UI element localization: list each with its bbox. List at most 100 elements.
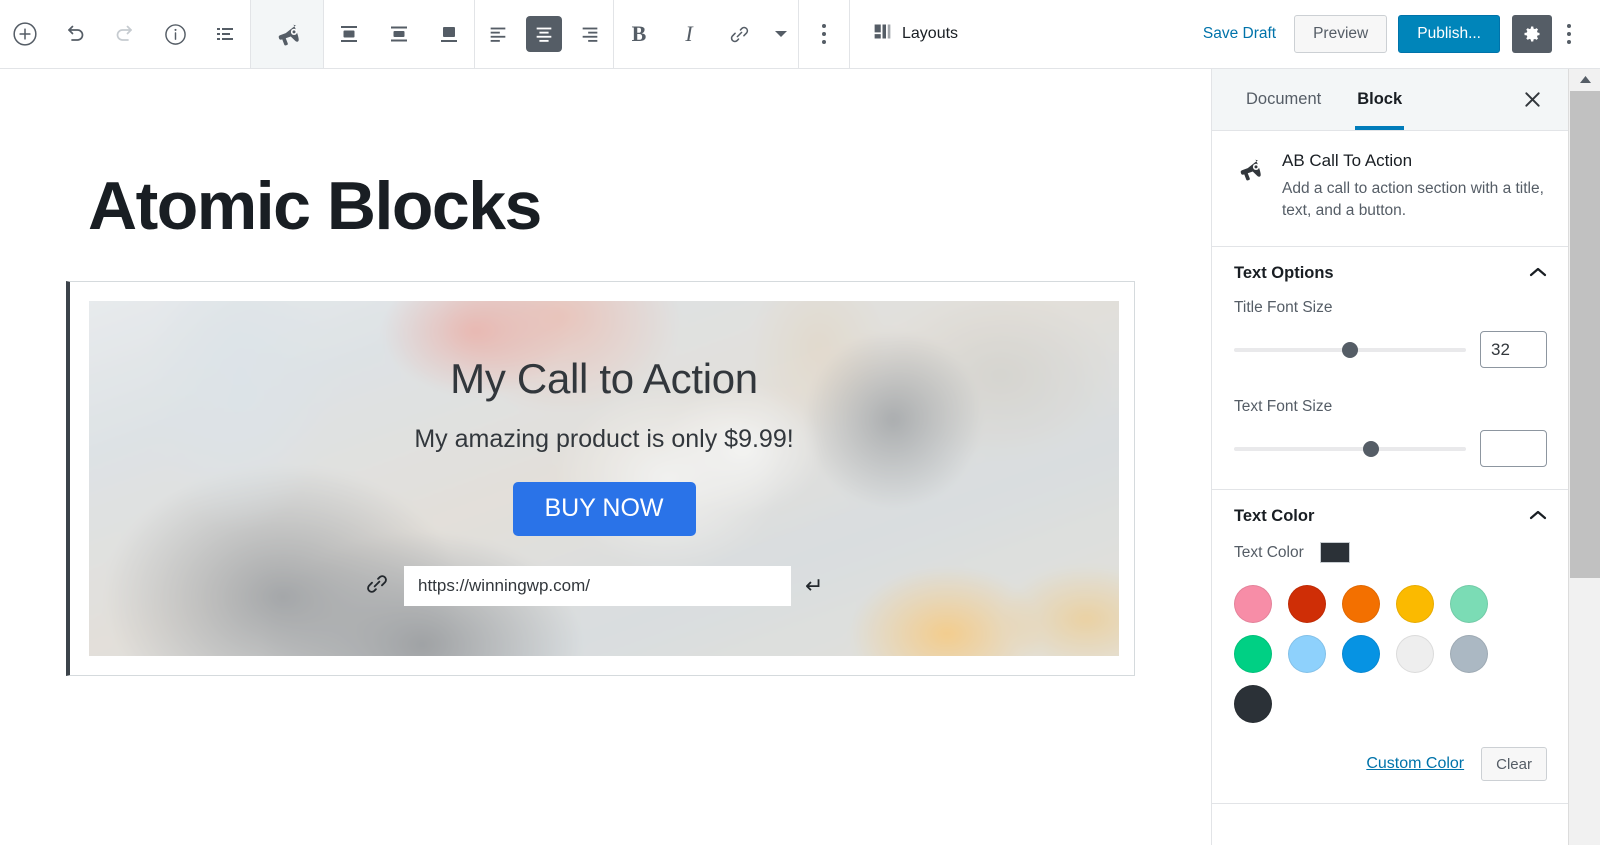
layouts-button[interactable]: Layouts [850,0,974,68]
tab-block[interactable]: Block [1339,69,1420,130]
panel-text-color-body: Text Color Custom Color Clear [1212,542,1569,803]
title-font-size-input[interactable] [1480,331,1547,368]
page-title[interactable]: Atomic Blocks [88,172,542,240]
clear-color-button[interactable]: Clear [1481,747,1547,781]
link-url-popup: ↵ [364,566,823,606]
link-url-input[interactable] [404,566,791,606]
more-rich-text-chevron-down-icon[interactable] [764,0,798,68]
sidebar-body: Document Block AB Call To Action Add a c… [1212,69,1569,845]
chevron-up-icon [1529,508,1547,526]
color-actions: Custom Color Clear [1234,747,1547,781]
block-type-megaphone-icon[interactable] [251,0,323,68]
link-icon [364,571,390,602]
color-swatch[interactable] [1396,635,1434,673]
scrollbar-thumb[interactable] [1570,91,1600,578]
align-bottom-icon[interactable] [424,0,474,68]
tab-document[interactable]: Document [1228,69,1339,130]
color-swatch[interactable] [1234,635,1272,673]
align-middle-icon[interactable] [374,0,424,68]
panel-text-options: Text Options Title Font Size 32 Text Fon… [1212,247,1569,490]
layouts-label: Layouts [902,25,959,42]
panel-text-options-header[interactable]: Text Options [1212,247,1569,299]
preview-button[interactable]: Preview [1294,15,1388,53]
block-options-kebab-icon[interactable] [799,0,849,68]
color-swatch[interactable] [1288,585,1326,623]
more-tools-kebab-icon[interactable] [1552,0,1586,68]
text-font-size-slider[interactable] [1234,439,1466,459]
block-info-text: AB Call To Action Add a call to action s… [1282,151,1547,222]
bold-button[interactable]: B [614,0,664,68]
cta-block-selected[interactable]: My Call to Action My amazing product is … [66,281,1135,676]
publish-button[interactable]: Publish... [1398,15,1500,53]
cta-buy-now-button[interactable]: BUY NOW [512,482,696,537]
link-icon[interactable] [714,0,764,68]
field-row [1234,331,1547,368]
text-font-size-input[interactable] [1480,430,1547,467]
kebab-dots [822,24,826,44]
slider-thumb[interactable] [1342,341,1358,358]
toolbar-right-group: Save Draft Preview Publish... [1185,0,1600,68]
toolbar-inline-format-group: B I [614,0,798,68]
italic-label: I [685,21,693,46]
current-color-swatch[interactable] [1319,542,1350,563]
color-swatch[interactable] [1342,635,1380,673]
sidebar-tabs: Document Block [1212,69,1569,131]
toolbar-blocktype-group [251,0,323,68]
kebab-dots [1567,24,1571,44]
settings-sidebar: Document Block AB Call To Action Add a c… [1211,69,1600,845]
color-swatch[interactable] [1342,585,1380,623]
cta-text[interactable]: My amazing product is only $9.99! [414,425,793,454]
custom-color-link[interactable]: Custom Color [1366,755,1464,773]
field-label: Text Font Size [1234,398,1333,415]
save-draft-button[interactable]: Save Draft [1185,25,1294,43]
panel-title: Text Color [1234,507,1315,525]
toolbar-left-group [0,0,250,68]
cta-block-inner: My Call to Action My amazing product is … [89,301,1119,656]
color-swatch[interactable] [1450,585,1488,623]
link-submit-icon[interactable]: ↵ [805,575,823,597]
field-label: Title Font Size [1234,299,1333,316]
color-swatch[interactable] [1450,635,1488,673]
panel-title: Text Options [1234,264,1334,282]
color-swatch[interactable] [1288,635,1326,673]
slider-track [1234,446,1466,451]
block-navigation-button[interactable] [200,0,250,68]
add-block-button[interactable] [0,0,50,68]
current-color-row: Text Color [1234,542,1547,563]
redo-button[interactable] [100,0,150,68]
align-text-center-icon[interactable] [521,0,567,68]
toolbar-block-options-group [799,0,849,68]
close-icon[interactable] [1515,83,1549,117]
color-swatch[interactable] [1396,585,1434,623]
block-info-title: AB Call To Action [1282,151,1413,170]
scroll-up-arrow-icon[interactable] [1569,69,1600,91]
cta-title[interactable]: My Call to Action [450,355,758,402]
align-text-left-icon[interactable] [475,0,521,68]
content-structure-button[interactable] [150,0,200,68]
field-title-font-size: Title Font Size [1234,299,1547,368]
layouts-icon [872,21,893,47]
italic-button[interactable]: I [664,0,714,68]
color-swatch[interactable] [1234,585,1272,623]
field-spacer [1234,368,1547,398]
bold-label: B [631,21,647,46]
color-row-label: Text Color [1234,543,1304,561]
toolbar-text-align-group [475,0,613,68]
settings-gear-icon[interactable] [1512,15,1552,53]
slider-thumb[interactable] [1362,440,1379,457]
megaphone-icon [1234,151,1264,222]
editor-toolbar: B I Layouts Save Draft Preview Publish..… [0,0,1600,69]
block-info-card: AB Call To Action Add a call to action s… [1212,131,1569,247]
title-font-size-slider[interactable] [1234,340,1466,360]
color-swatch[interactable] [1234,685,1272,723]
undo-button[interactable] [50,0,100,68]
panel-text-options-body: Title Font Size Text Font Size [1212,299,1569,489]
align-top-icon[interactable] [324,0,374,68]
sidebar-scrollbar[interactable] [1568,69,1600,845]
align-text-right-icon[interactable] [567,0,613,68]
block-info-description: Add a call to action section with a titl… [1282,180,1544,219]
field-text-font-size: Text Font Size [1234,398,1547,467]
toolbar-vertical-align-group [324,0,474,68]
panel-text-color-header[interactable]: Text Color [1212,490,1569,542]
editor-canvas: Atomic Blocks My Call to Action My amazi… [0,69,1211,845]
